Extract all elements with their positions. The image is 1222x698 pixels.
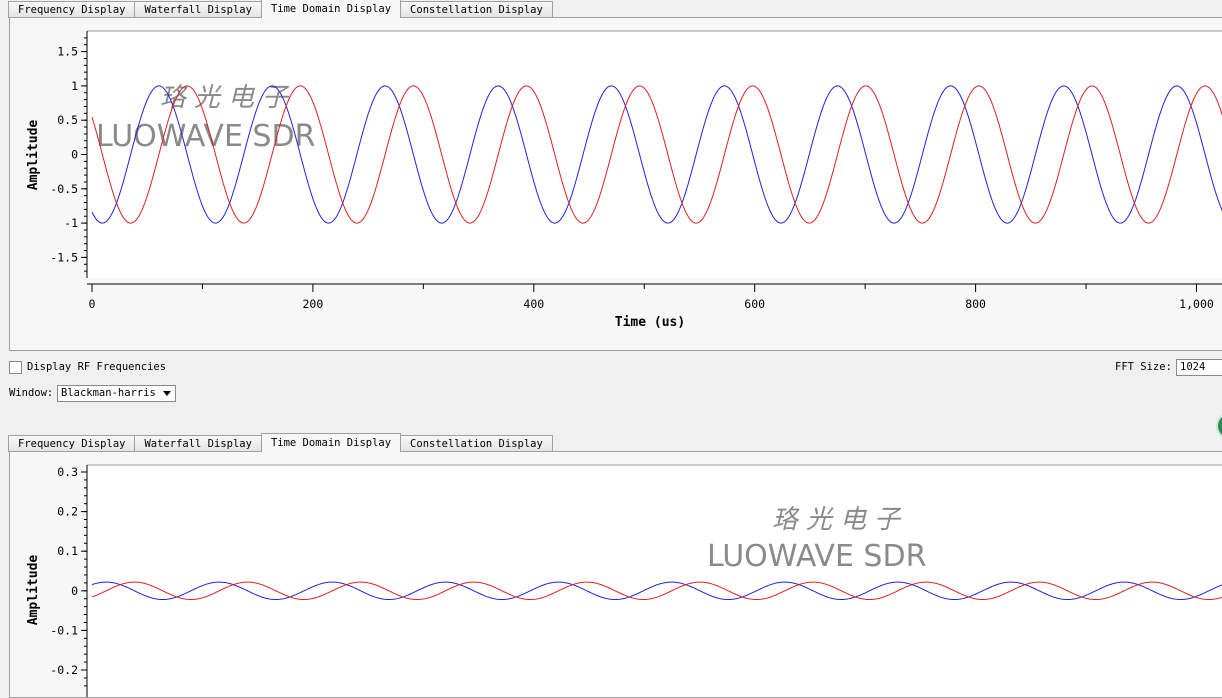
top-x-axis-label: Time (us) xyxy=(615,315,685,330)
fft-size-select[interactable]: 1024 xyxy=(1176,359,1222,376)
top-plot-canvas xyxy=(87,31,1222,278)
bottom-y-tick-label: 0.3 xyxy=(57,465,78,479)
bottom-tab-bar: Frequency Display Waterfall Display Time… xyxy=(8,433,553,452)
tab-waterfall-display[interactable]: Waterfall Display xyxy=(134,1,262,18)
tab-time-domain-display-2[interactable]: Time Domain Display xyxy=(260,433,402,452)
top-y-tick-label: -0.5 xyxy=(50,182,78,196)
window-label: Window: xyxy=(9,387,54,399)
bottom-y-axis-label: Amplitude xyxy=(26,555,41,626)
bottom-watermark-cn: 珞光电子 xyxy=(772,505,908,535)
top-tab-bar: Frequency Display Waterfall Display Time… xyxy=(8,0,553,18)
tab-constellation-display[interactable]: Constellation Display xyxy=(400,1,553,18)
top-y-tick-label: 0.5 xyxy=(57,113,78,127)
fft-size-label: FFT Size: xyxy=(1115,361,1172,373)
top-y-axis-label: Amplitude xyxy=(26,120,41,191)
top-y-tick-label: 1.5 xyxy=(57,45,78,59)
bottom-y-tick-label: 0.1 xyxy=(57,544,78,558)
top-y-tick-label: -1.5 xyxy=(50,250,78,264)
status-circle-icon xyxy=(1216,412,1222,440)
bottom-y-tick-label: 0.2 xyxy=(57,505,78,519)
tab-frequency-display-2[interactable]: Frequency Display xyxy=(8,435,136,452)
tab-constellation-display-2[interactable]: Constellation Display xyxy=(400,435,553,452)
top-x-tick-label: 200 xyxy=(303,297,324,311)
chevron-down-icon xyxy=(163,391,171,396)
tab-waterfall-display-2[interactable]: Waterfall Display xyxy=(134,435,262,452)
bottom-plot-panel: 0.3 0.2 0.1 0 -0.1 -0.2 Amplitude 珞光电子 LUOWAV… xyxy=(9,451,1222,698)
top-time-domain-plot[interactable]: 1.5 1 0.5 0 -0.5 -1 -1.5 0 200 400 600 800 1,000 Am… xyxy=(10,18,1222,350)
top-x-tick-label: 600 xyxy=(744,297,765,311)
display-rf-checkbox[interactable] xyxy=(9,361,22,374)
top-x-tick-label: 0 xyxy=(89,297,96,311)
top-watermark-en: LUOWAVE SDR xyxy=(96,119,315,154)
top-x-tick-label: 400 xyxy=(523,297,544,311)
top-x-tick-label: 1,000 xyxy=(1179,297,1214,311)
bottom-watermark-en: LUOWAVE SDR xyxy=(707,539,926,574)
bottom-time-domain-plot[interactable]: 0.3 0.2 0.1 0 -0.1 -0.2 Amplitude 珞光电子 LUOWAV… xyxy=(10,452,1222,697)
top-y-tick-label: -1 xyxy=(64,216,78,230)
bottom-plot-canvas xyxy=(87,465,1222,697)
tab-frequency-display[interactable]: Frequency Display xyxy=(8,1,136,18)
bottom-y-tick-label: -0.1 xyxy=(50,623,78,637)
bottom-y-tick-label: -0.2 xyxy=(50,663,78,677)
window-select[interactable]: Blackman-harris xyxy=(57,385,176,402)
top-y-tick-label: 1 xyxy=(71,79,78,93)
display-rf-label: Display RF Frequencies xyxy=(27,361,167,373)
tab-time-domain-display[interactable]: Time Domain Display xyxy=(260,0,402,18)
top-x-tick-label: 800 xyxy=(965,297,986,311)
bottom-y-tick-label: 0 xyxy=(71,584,78,598)
window-value: Blackman-harris xyxy=(61,387,156,399)
top-plot-panel: 1.5 1 0.5 0 -0.5 -1 -1.5 0 200 400 600 800 1,000 Am… xyxy=(9,17,1222,351)
fft-size-value: 1024 xyxy=(1180,361,1206,373)
top-y-tick-label: 0 xyxy=(71,148,78,162)
